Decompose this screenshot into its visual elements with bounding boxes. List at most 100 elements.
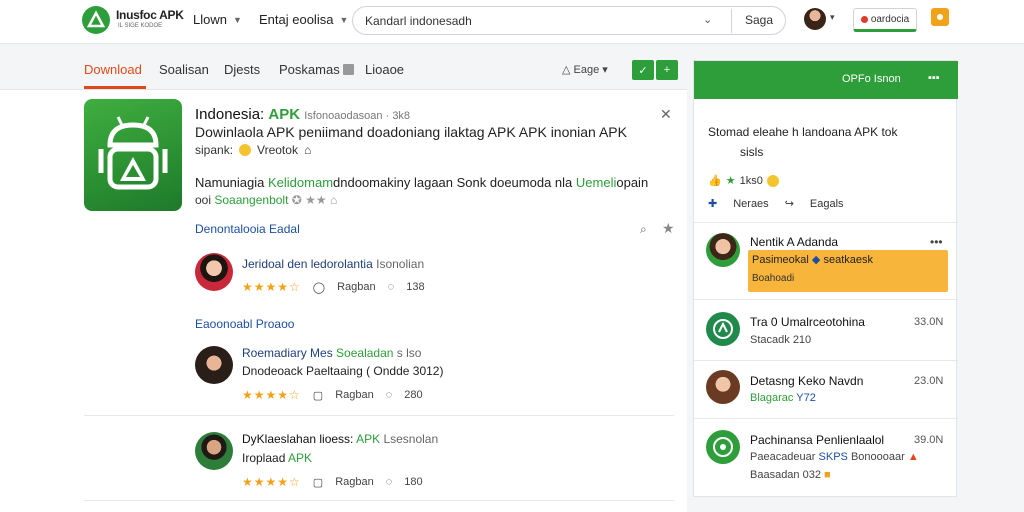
tab-checkbox[interactable] <box>343 64 354 75</box>
review-text-a: Iroplaad <box>242 451 286 465</box>
divider <box>694 299 958 300</box>
rating-stars: ★★★★☆ <box>242 475 301 489</box>
feed-name[interactable]: Pachinansa Penlienlaalol <box>750 433 884 447</box>
section-title-2[interactable]: Eaoonoabl Proaoo <box>195 317 294 331</box>
user-avatar[interactable] <box>804 8 826 30</box>
divider <box>694 418 958 419</box>
chevron-down-icon[interactable]: ⌄ <box>703 13 712 26</box>
panel-actions: ✚ Neraes ↪ Eagals <box>708 197 844 211</box>
reviewer-name[interactable]: Roemadiary Mes Soealadan s lso <box>242 346 421 360</box>
search-bar: ⌄ Saga <box>352 6 786 35</box>
tab-4[interactable]: Poskamas <box>279 62 340 77</box>
reviewer-name[interactable]: Jeridoal den ledorolantia Isonolian <box>242 257 424 271</box>
brand-button[interactable]: oardocia <box>853 8 917 32</box>
feed-sub-d: Baasadan 032 <box>750 469 821 481</box>
app-title-prefix: Indonesia: <box>195 106 265 123</box>
star-icon[interactable]: ★ <box>726 174 736 187</box>
reviewer-avatar[interactable] <box>195 432 233 470</box>
plus-icon[interactable]: ✚ <box>708 197 717 210</box>
feed-sub-b: SKPS <box>818 451 848 463</box>
search-button[interactable]: Saga <box>745 13 773 27</box>
plus-button[interactable]: + <box>656 60 678 80</box>
check-button[interactable]: ✓ <box>632 60 654 80</box>
tab-3[interactable]: Djests <box>224 62 260 77</box>
search-divider <box>731 9 732 33</box>
lock-icon: ⌂ <box>303 143 312 157</box>
emoji-icon <box>766 174 779 187</box>
feed-sub: Paeacadeuar SKPS Bonoooaar ▲ <box>750 451 919 463</box>
share-icon[interactable]: ↪ <box>785 197 794 210</box>
tab-download[interactable]: Download <box>84 62 142 77</box>
feed-sub: Stacadk 210 <box>750 334 811 346</box>
reviewer-avatar[interactable] <box>195 253 233 291</box>
chat-icon[interactable]: ▢ <box>313 476 323 489</box>
comment-icon[interactable]: ◌ <box>386 476 393 488</box>
nav-menu-1[interactable]: Llown ▼ <box>193 12 242 27</box>
desc3-d[interactable]: Uemeli <box>576 175 616 190</box>
feed-sub-b: Y72 <box>796 392 816 404</box>
divider <box>84 415 674 416</box>
app-title-meta: Isfonoaodasoan · 3k8 <box>304 110 411 122</box>
badge-icon: ◆ <box>811 254 821 266</box>
close-icon[interactable]: ✕ <box>660 106 672 123</box>
chevron-down-icon[interactable]: ▾ <box>830 12 835 23</box>
tab-2[interactable]: Soalisan <box>159 62 209 77</box>
reviewer-avatar[interactable] <box>195 346 233 384</box>
feed-sub-a: Paeacadeuar <box>750 451 816 463</box>
reviewer-name[interactable]: DyKlaeslahan lioess: APK Lsesnolan <box>242 432 438 446</box>
desc3-c: dndoomakiny lagaan Sonk doeumoda nla <box>333 175 573 190</box>
nav-menu-2[interactable]: Entaj eoolisa ▼ <box>259 12 348 27</box>
comment-icon[interactable]: ◌ <box>386 389 393 401</box>
comment-icon[interactable]: ◌ <box>388 281 395 293</box>
action-1[interactable]: Neraes <box>733 198 768 210</box>
desc4-b[interactable]: Soaangenbolt <box>214 193 288 207</box>
rating-stars-icon: ✪ ★★ <box>291 193 327 207</box>
section-link[interactable]: Denontalooia Eadal <box>195 222 300 236</box>
reviewer-name-text: Jeridoal den ledorolantia <box>242 257 373 271</box>
review-stats: ★★★★☆ ▢ Ragban ◌ 180 <box>242 475 423 489</box>
flag-icon: ▲ <box>907 451 919 463</box>
more-icon[interactable]: ••• <box>930 235 943 249</box>
app-detail-card: Indonesia: APK Isfonoaodasoan · 3k8 ✕ Do… <box>0 90 687 512</box>
thumbs-up-icon[interactable]: 👍 <box>708 174 722 187</box>
review-count: 280 <box>404 389 423 401</box>
search-icon[interactable]: ⌕ <box>640 222 647 237</box>
feed-avatar[interactable] <box>706 370 740 404</box>
brand-dot-icon <box>860 15 868 23</box>
feed-sub-a: Blagarac <box>750 392 794 404</box>
desc3-e: opain <box>616 175 649 190</box>
nav-menu-2-label: Entaj eoolisa <box>259 12 334 27</box>
star-icon[interactable]: ★ <box>662 220 675 237</box>
feed-sub-a: Stacadk <box>750 334 790 346</box>
chat-icon[interactable]: ▢ <box>313 389 323 402</box>
age-filter[interactable]: △ Eage ▾ <box>562 63 608 76</box>
desc2-tag: Vreotok <box>257 143 298 157</box>
desc3-b[interactable]: Kelidomam <box>268 175 333 190</box>
desc2-text: sipank: <box>195 143 234 157</box>
age-filter-label: Eage <box>573 64 600 76</box>
brand-label: oardocia <box>870 13 910 25</box>
rating-stars: ★★★★☆ <box>242 280 301 294</box>
review-stats: ★★★★☆ ▢ Ragban ◌ 280 <box>242 388 423 402</box>
feed-name[interactable]: Detasng Keko Navdn <box>750 374 863 388</box>
feed-name[interactable]: Nentik A Adanda <box>750 235 838 249</box>
logo-text[interactable]: Inusfoc APK <box>116 8 184 22</box>
search-input[interactable] <box>365 12 695 30</box>
feed-avatar[interactable] <box>706 312 740 346</box>
logo-icon[interactable] <box>82 6 110 34</box>
action-2[interactable]: Eagals <box>810 198 844 210</box>
reviewer-name-green: APK <box>356 432 381 446</box>
panel-header-label[interactable]: OPFo Isnon <box>842 73 901 85</box>
notification-icon[interactable] <box>931 8 949 26</box>
feed-avatar[interactable] <box>706 233 740 267</box>
right-panel: OPFo Isnon ▪▪▪ Stomad eleahe h landoana … <box>693 60 958 497</box>
logo-subtext: IL SIGE KODOE <box>118 23 163 29</box>
chat-icon[interactable]: ◯ <box>313 281 325 294</box>
likes-count: 1ks0 <box>739 174 763 187</box>
android-app-icon <box>84 99 182 211</box>
feed-avatar[interactable] <box>706 430 740 464</box>
more-icon[interactable]: ▪▪▪ <box>928 72 940 84</box>
feed-sub-c: Bonoooaar <box>850 451 905 463</box>
tab-5[interactable]: Lioaoe <box>365 62 404 77</box>
feed-name[interactable]: Tra 0 Umalrceotohina <box>750 315 865 329</box>
